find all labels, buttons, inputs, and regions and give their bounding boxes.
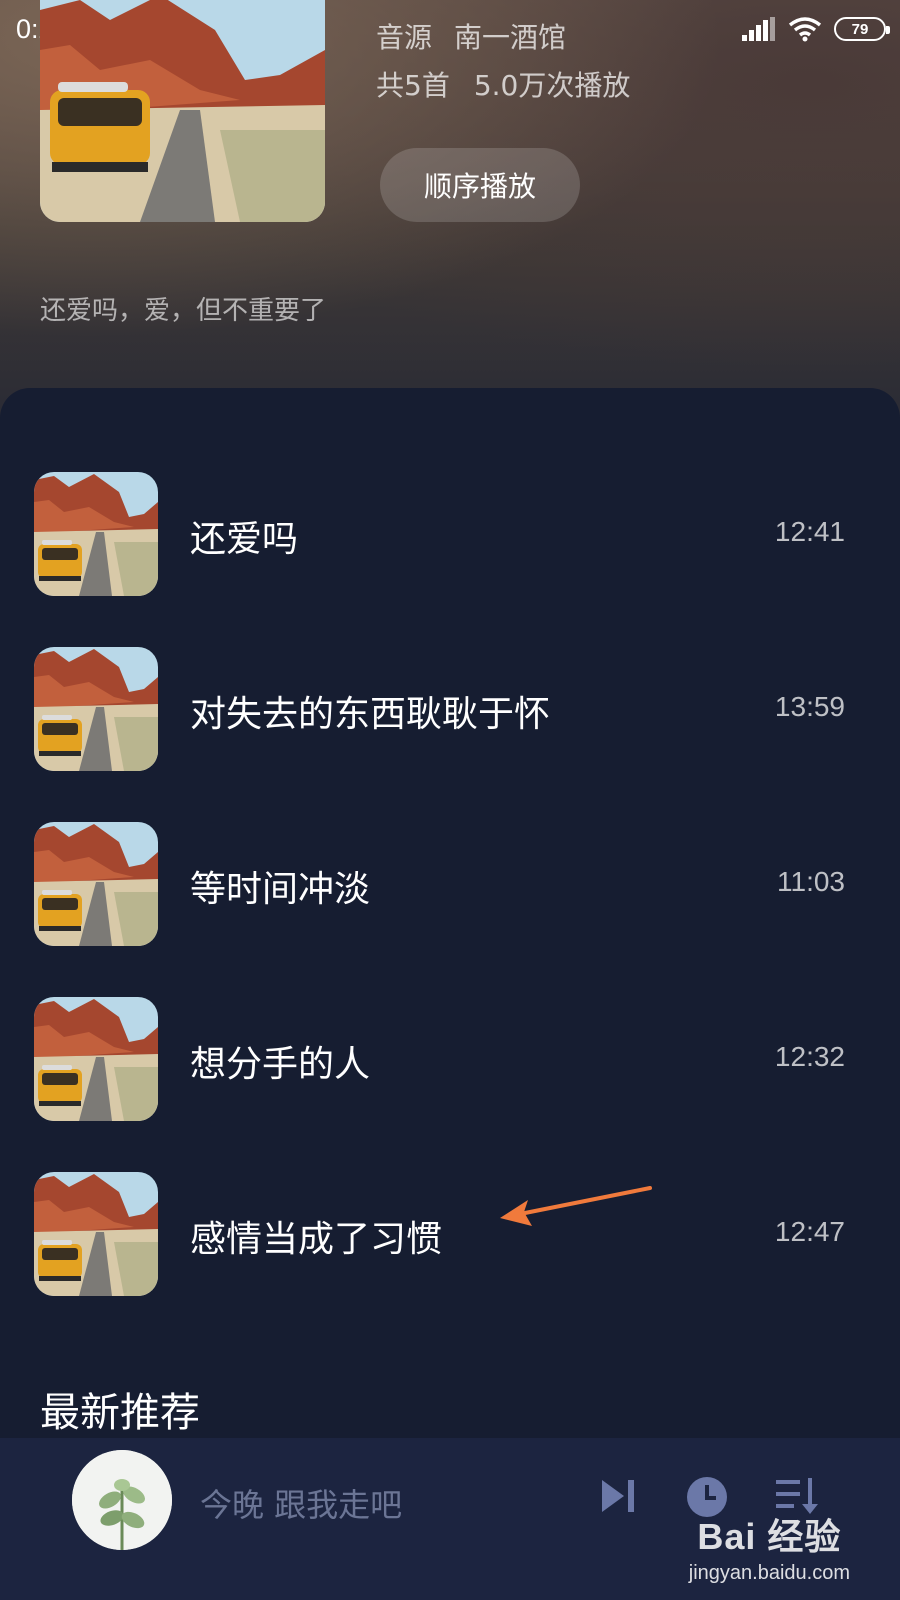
sequential-play-button[interactable]: 顺序播放 xyxy=(380,148,580,222)
album-source: 音源 南一酒馆 xyxy=(376,16,566,56)
song-title[interactable]: 对失去的东西耿耿于怀 xyxy=(190,685,550,737)
now-playing-cover[interactable] xyxy=(72,1450,172,1550)
song-title[interactable]: 想分手的人 xyxy=(190,1035,370,1087)
song-title[interactable]: 感情当成了习惯 xyxy=(190,1210,442,1262)
song-row[interactable]: 等时间冲淡 11:03 xyxy=(0,822,900,952)
source-name[interactable]: 南一酒馆 xyxy=(454,21,566,54)
song-duration: 12:47 xyxy=(774,1216,845,1247)
baidu-url: jingyan.baidu.com xyxy=(688,1562,850,1584)
album-description: 还爱吗，爱，但不重要了 xyxy=(40,296,327,326)
song-row[interactable]: 对失去的东西耿耿于怀 13:59 xyxy=(0,647,900,777)
signal-icon xyxy=(742,17,775,41)
song-title[interactable]: 还爱吗 xyxy=(190,510,298,562)
album-cover-image xyxy=(40,0,325,222)
song-thumbnail xyxy=(34,472,158,596)
status-icons: 79 xyxy=(742,16,890,42)
song-title[interactable]: 等时间冲淡 xyxy=(190,860,370,912)
source-label: 音源 xyxy=(376,21,433,54)
play-count: 5.0万次播放 xyxy=(473,69,631,102)
album-stats: 共5首 5.0万次播放 xyxy=(376,64,630,104)
baidu-watermark: Bai 经验 jingyan.baidu.com xyxy=(689,1508,850,1585)
song-duration: 12:41 xyxy=(774,516,845,547)
album-header: 0:28 79 xyxy=(0,0,900,420)
wifi-icon xyxy=(788,17,822,42)
song-row[interactable]: 感情当成了习惯 12:47 xyxy=(0,1172,900,1302)
song-thumbnail xyxy=(34,1172,158,1296)
song-row[interactable]: 想分手的人 12:32 xyxy=(0,997,900,1127)
song-duration: 12:32 xyxy=(774,1041,845,1072)
song-duration: 13:59 xyxy=(774,691,845,722)
section-title-latest: 最新推荐 xyxy=(40,1390,200,1436)
song-thumbnail xyxy=(34,647,158,771)
song-row[interactable]: 还爱吗 12:41 xyxy=(0,472,900,602)
song-duration: 11:03 xyxy=(777,866,845,897)
track-count: 共5首 xyxy=(376,69,450,102)
song-thumbnail xyxy=(34,997,158,1121)
baidu-logo: Bai 经验 xyxy=(697,1516,842,1557)
next-track-icon[interactable] xyxy=(598,1476,638,1516)
song-thumbnail xyxy=(34,822,158,946)
battery-indicator: 79 xyxy=(834,17,890,41)
now-playing-title[interactable]: 今晚 跟我走吧 xyxy=(200,1480,402,1526)
